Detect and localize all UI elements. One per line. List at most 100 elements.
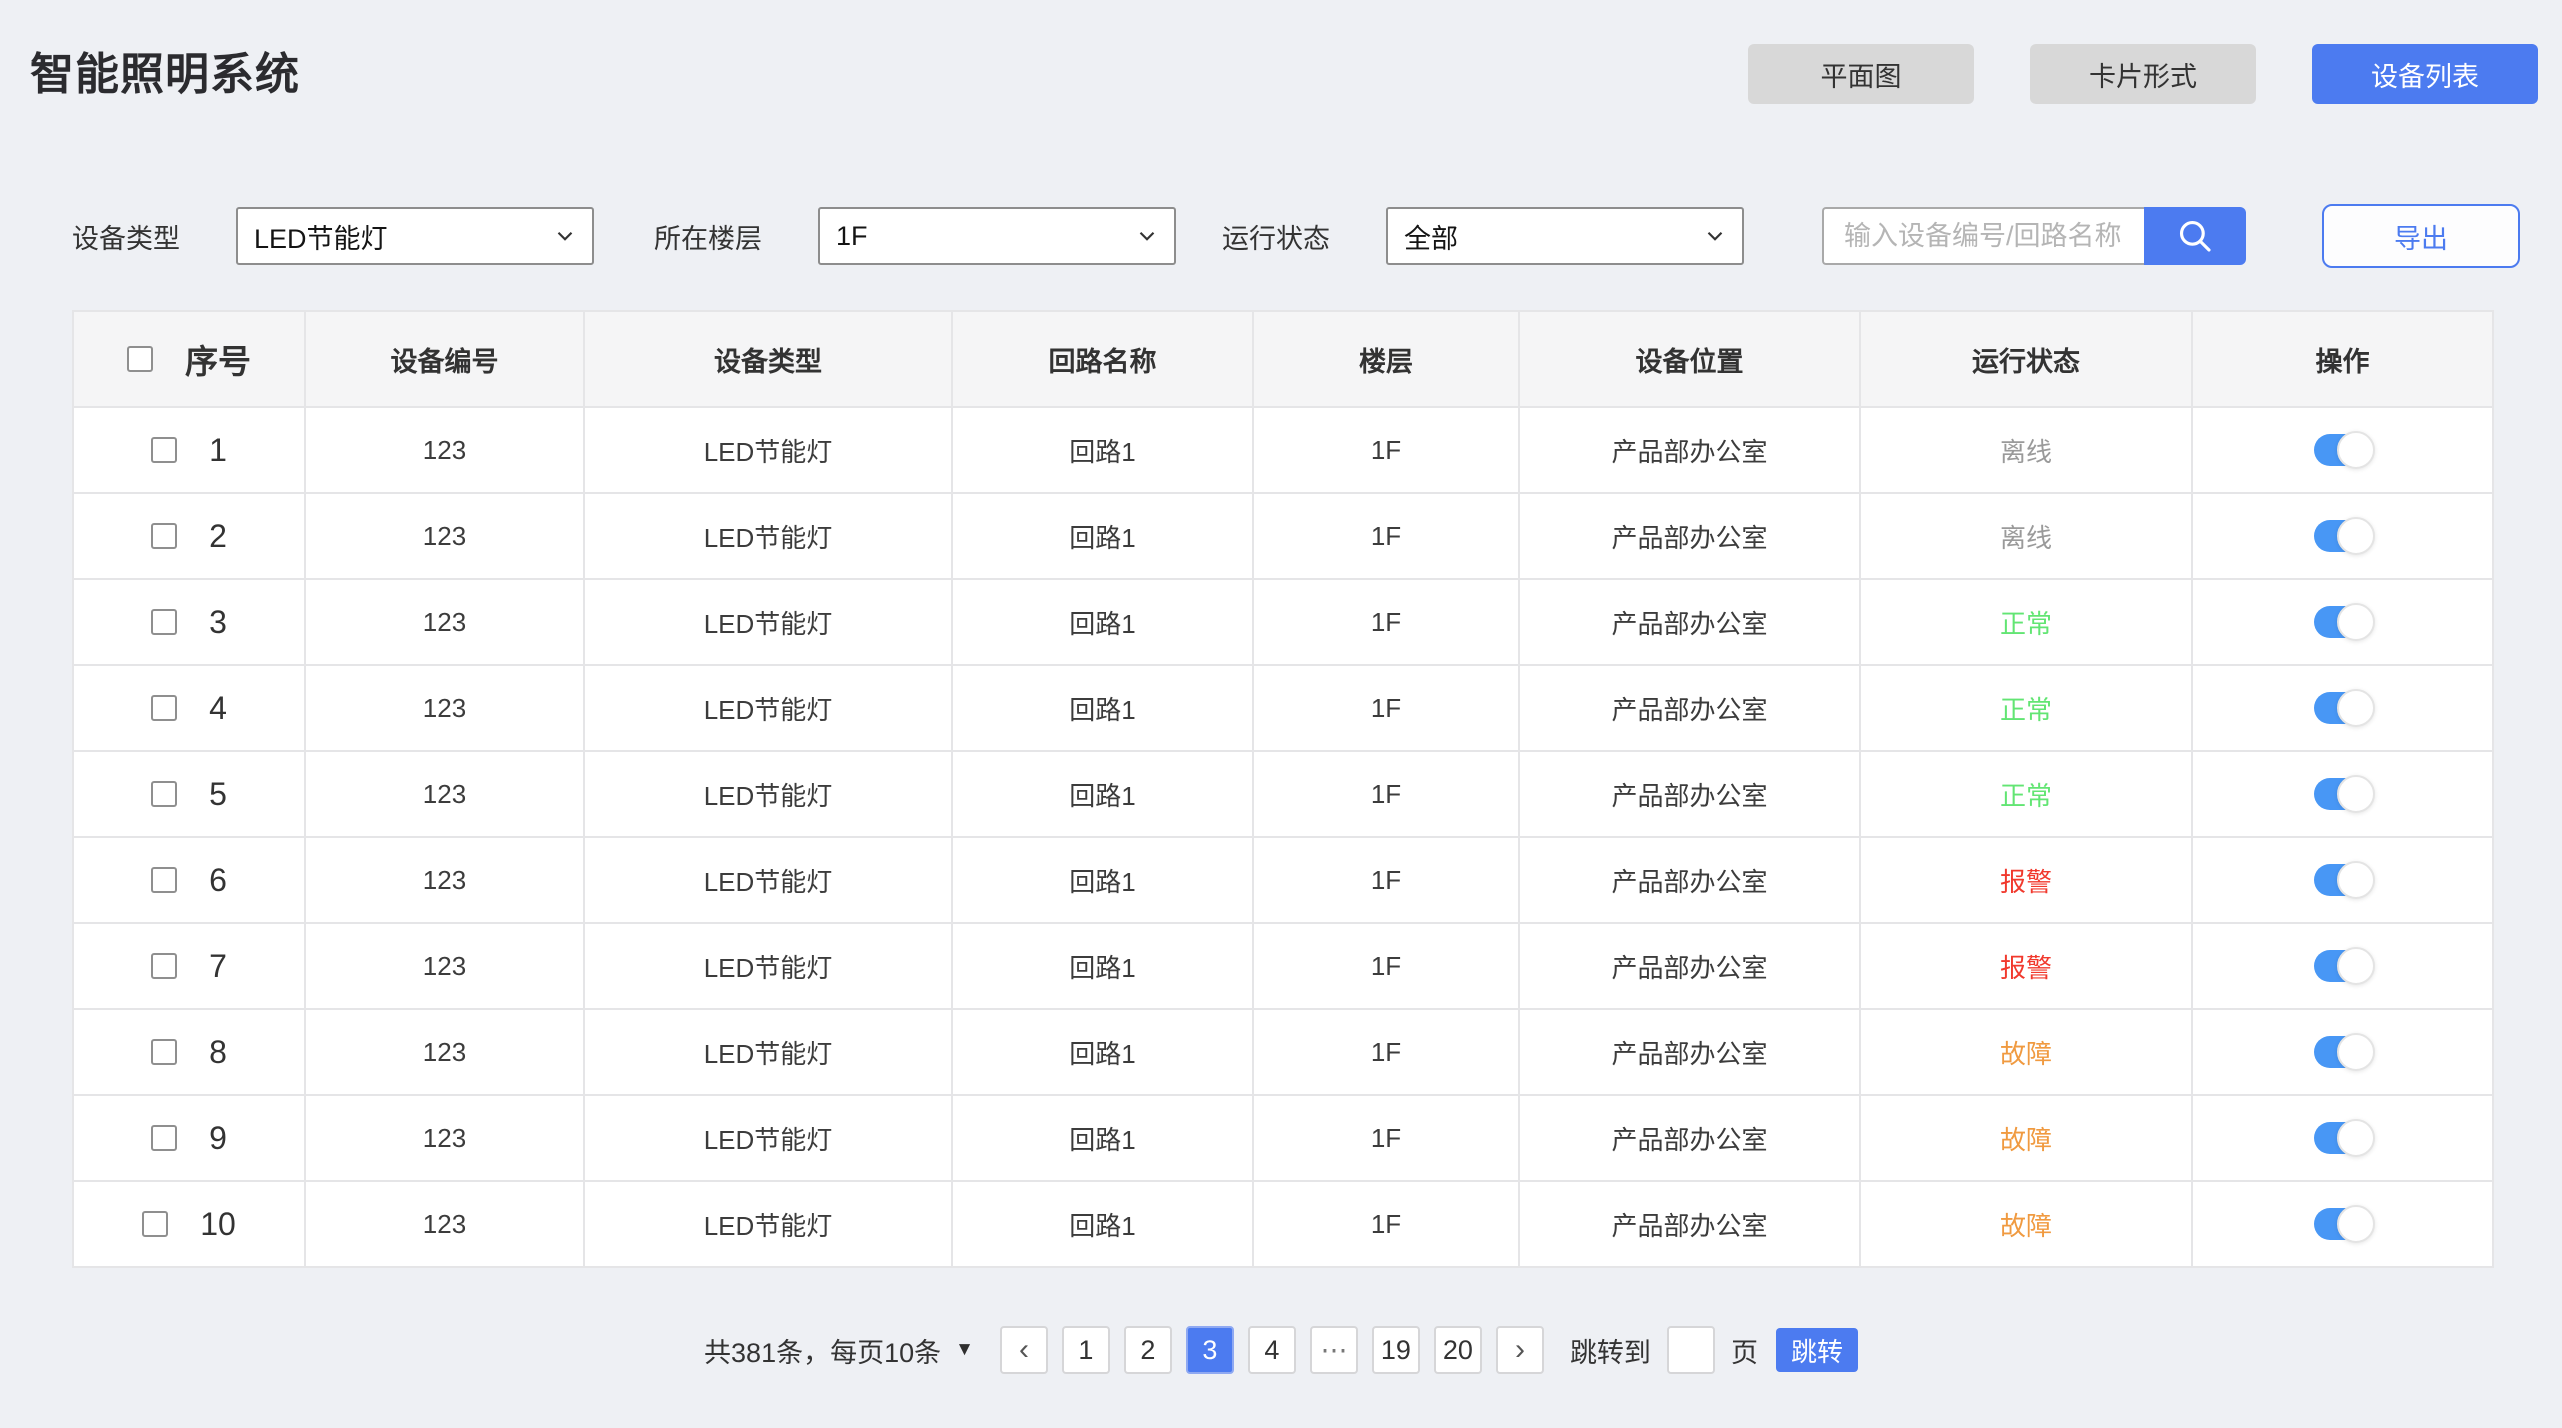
floor-selected-value: 1F	[836, 221, 868, 252]
cell-device-type: LED节能灯	[584, 923, 952, 1009]
power-toggle[interactable]	[2314, 778, 2372, 810]
cell-device-id: 123	[305, 1095, 584, 1181]
toggle-knob	[2337, 1119, 2375, 1157]
ellipsis-page-button[interactable]: ⋯	[1310, 1326, 1358, 1374]
cell-seq: 5	[73, 751, 305, 837]
table-row: 6 123 LED节能灯 回路1 1F 产品部办公室 报警	[73, 837, 2493, 923]
power-toggle[interactable]	[2314, 606, 2372, 638]
cell-device-type: LED节能灯	[584, 837, 952, 923]
cell-device-type: LED节能灯	[584, 1095, 952, 1181]
cell-actions	[2192, 579, 2493, 665]
row-checkbox[interactable]	[151, 609, 177, 635]
power-toggle[interactable]	[2314, 1036, 2372, 1068]
row-checkbox[interactable]	[151, 781, 177, 807]
power-toggle[interactable]	[2314, 692, 2372, 724]
tab-card-view[interactable]: 卡片形式	[2030, 44, 2256, 104]
row-number: 7	[209, 948, 227, 985]
row-number: 1	[209, 432, 227, 469]
cell-actions	[2192, 1181, 2493, 1267]
row-number: 5	[209, 776, 227, 813]
row-checkbox[interactable]	[151, 437, 177, 463]
cell-actions	[2192, 407, 2493, 493]
cell-floor: 1F	[1253, 579, 1519, 665]
cell-device-type: LED节能灯	[584, 579, 952, 665]
page-size-caret-icon[interactable]: ▼	[955, 1339, 974, 1361]
search-input[interactable]	[1822, 207, 2144, 265]
cell-location: 产品部办公室	[1519, 1095, 1860, 1181]
cell-device-id: 123	[305, 923, 584, 1009]
power-toggle[interactable]	[2314, 864, 2372, 896]
floor-select[interactable]: 1F	[818, 207, 1176, 265]
cell-status: 正常	[1860, 665, 2192, 751]
row-number: 10	[200, 1206, 236, 1243]
cell-status: 离线	[1860, 493, 2192, 579]
next-page-button[interactable]: ›	[1496, 1326, 1544, 1374]
row-number: 8	[209, 1034, 227, 1071]
toggle-knob	[2337, 603, 2375, 641]
prev-page-button[interactable]: ‹	[1000, 1326, 1048, 1374]
header-device-id: 设备编号	[305, 311, 584, 407]
jump-to-label: 跳转到	[1570, 1331, 1651, 1370]
row-number: 3	[209, 604, 227, 641]
cell-circuit-name: 回路1	[952, 407, 1253, 493]
cell-circuit-name: 回路1	[952, 1095, 1253, 1181]
cell-circuit-name: 回路1	[952, 493, 1253, 579]
row-checkbox[interactable]	[151, 1125, 177, 1151]
cell-device-id: 123	[305, 751, 584, 837]
cell-device-id: 123	[305, 493, 584, 579]
toggle-knob	[2337, 1205, 2375, 1243]
row-checkbox[interactable]	[151, 523, 177, 549]
cell-actions	[2192, 493, 2493, 579]
header-actions: 操作	[2192, 311, 2493, 407]
row-checkbox[interactable]	[151, 1039, 177, 1065]
tab-floor-plan[interactable]: 平面图	[1748, 44, 1974, 104]
cell-device-id: 123	[305, 1181, 584, 1267]
row-checkbox[interactable]	[151, 953, 177, 979]
cell-device-id: 123	[305, 579, 584, 665]
cell-seq: 4	[73, 665, 305, 751]
row-checkbox[interactable]	[151, 867, 177, 893]
floor-label: 所在楼层	[654, 217, 762, 256]
search-icon	[2174, 215, 2216, 257]
cell-device-type: LED节能灯	[584, 493, 952, 579]
power-toggle[interactable]	[2314, 520, 2372, 552]
jump-button[interactable]: 跳转	[1776, 1328, 1858, 1372]
cell-location: 产品部办公室	[1519, 1009, 1860, 1095]
row-number: 4	[209, 690, 227, 727]
pagination-bar: 共381条，每页10条 ▼ ‹1234⋯1920› 跳转到 页 跳转	[0, 1326, 2562, 1374]
power-toggle[interactable]	[2314, 950, 2372, 982]
page-button-2[interactable]: 2	[1124, 1326, 1172, 1374]
table-row: 8 123 LED节能灯 回路1 1F 产品部办公室 故障	[73, 1009, 2493, 1095]
header-status: 运行状态	[1860, 311, 2192, 407]
search-button[interactable]	[2144, 207, 2246, 265]
tab-device-list[interactable]: 设备列表	[2312, 44, 2538, 104]
device-type-select[interactable]: LED节能灯	[236, 207, 594, 265]
select-all-checkbox[interactable]	[127, 346, 153, 372]
page-button-1[interactable]: 1	[1062, 1326, 1110, 1374]
toggle-knob	[2337, 431, 2375, 469]
cell-actions	[2192, 1009, 2493, 1095]
cell-actions	[2192, 923, 2493, 1009]
export-button[interactable]: 导出	[2322, 204, 2520, 268]
power-toggle[interactable]	[2314, 1122, 2372, 1154]
row-checkbox[interactable]	[151, 695, 177, 721]
page-button-3[interactable]: 3	[1186, 1326, 1234, 1374]
page-title: 智能照明系统	[30, 38, 300, 102]
cell-status: 离线	[1860, 407, 2192, 493]
view-switcher: 平面图 卡片形式 设备列表	[1748, 44, 2538, 104]
table-row: 7 123 LED节能灯 回路1 1F 产品部办公室 报警	[73, 923, 2493, 1009]
power-toggle[interactable]	[2314, 434, 2372, 466]
page-button-19[interactable]: 19	[1372, 1326, 1420, 1374]
page-button-20[interactable]: 20	[1434, 1326, 1482, 1374]
cell-floor: 1F	[1253, 1181, 1519, 1267]
run-status-select[interactable]: 全部	[1386, 207, 1744, 265]
row-checkbox[interactable]	[142, 1211, 168, 1237]
cell-circuit-name: 回路1	[952, 751, 1253, 837]
cell-seq: 2	[73, 493, 305, 579]
jump-page-input[interactable]	[1667, 1326, 1715, 1374]
run-status-selected-value: 全部	[1404, 217, 1458, 256]
power-toggle[interactable]	[2314, 1208, 2372, 1240]
page-button-4[interactable]: 4	[1248, 1326, 1296, 1374]
pagination-summary: 共381条，每页10条	[704, 1331, 941, 1370]
cell-device-type: LED节能灯	[584, 1181, 952, 1267]
